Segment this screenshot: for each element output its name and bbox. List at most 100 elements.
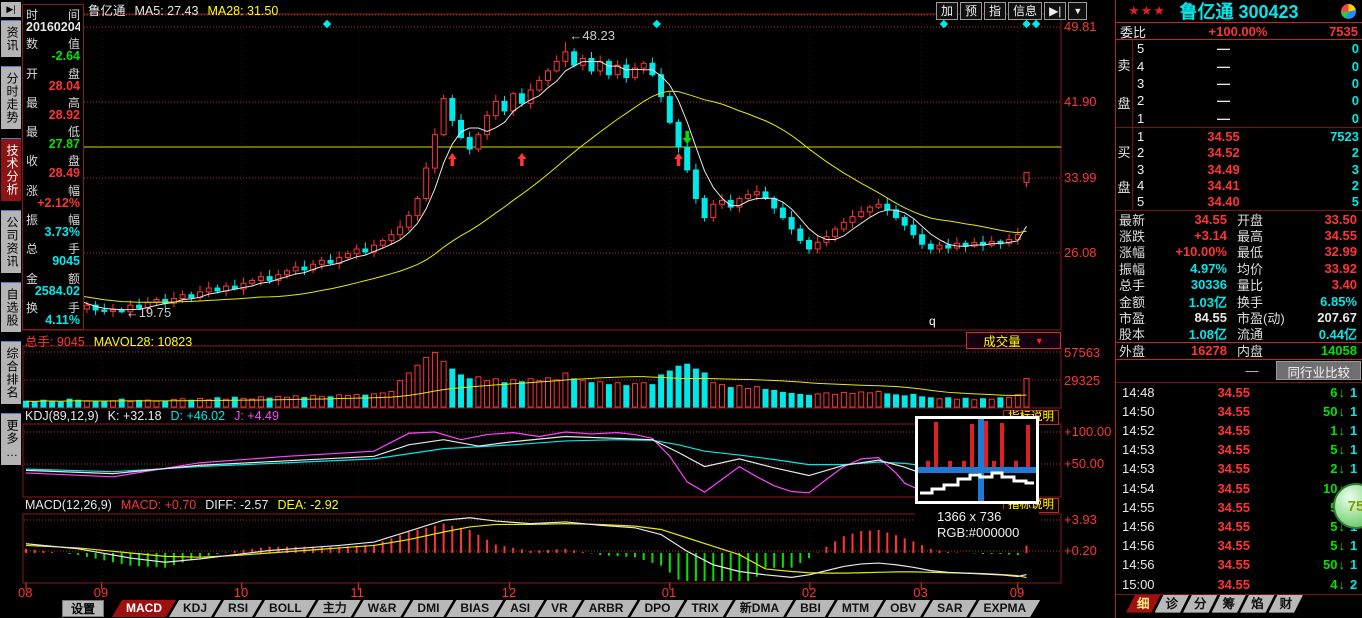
svg-text:33.99: 33.99: [1064, 170, 1097, 185]
svg-text:26.08: 26.08: [1064, 245, 1097, 260]
chevron-down-icon: ▼: [1035, 336, 1044, 346]
header-part: MA5: 27.43: [135, 4, 199, 18]
info-row: 总手9045: [26, 240, 80, 269]
indicator-tab-TRIX[interactable]: TRIX: [677, 600, 732, 617]
industry-compare-button[interactable]: 同行业比较: [1276, 361, 1361, 380]
toolbar-dropdown-icon[interactable]: ▼: [1068, 2, 1087, 20]
tick-row: 14:5634.555↓1: [1116, 517, 1362, 536]
stat-row: 市盈84.55市盈(动)207.67: [1116, 309, 1362, 325]
indicator-tab-BIAS[interactable]: BIAS: [446, 600, 503, 617]
header-part: MA28: 31.50: [207, 4, 278, 18]
x-axis-label: 09: [94, 585, 108, 600]
header-part: J: +4.49: [234, 409, 279, 423]
indicator-tab-BBI[interactable]: BBI: [786, 600, 835, 617]
pie-chart-icon[interactable]: [1341, 4, 1356, 19]
x-axis-label: 03: [913, 585, 927, 600]
quote-tab-诊[interactable]: 诊: [1155, 595, 1190, 613]
macd-header: MACD(12,26,9)MACD: +0.70DIFF: -2.57DEA: …: [25, 498, 348, 512]
header-part: MAVOL28: 10823: [94, 335, 192, 349]
indicator-tab-SAR[interactable]: SAR: [923, 600, 976, 617]
left-nav-t-综合排名[interactable]: 综合排名: [1, 341, 21, 404]
stock-name: 鲁亿通: [1179, 2, 1233, 22]
info-row: 换手4.11%: [26, 299, 80, 328]
tick-list[interactable]: 14:4834.556↓114:5034.5550↓114:5234.551↓1…: [1116, 382, 1362, 594]
svg-text:57563: 57563: [1064, 345, 1100, 360]
left-nav: ▶| 资讯分时走势技术分析公司资讯自选股综合排名更多…: [0, 0, 22, 618]
left-nav-t-自选股[interactable]: 自选股: [1, 282, 21, 332]
left-nav-t-更多…[interactable]: 更多…: [1, 413, 21, 465]
indicator-tab-RSI[interactable]: RSI: [214, 600, 262, 617]
toolbar-button-指[interactable]: 指: [984, 2, 1006, 20]
left-nav-t-分时走势[interactable]: 分时走势: [1, 66, 21, 129]
quote-tab-财[interactable]: 财: [1269, 595, 1304, 613]
indicator-tab-W&R[interactable]: W&R: [354, 600, 411, 617]
svg-text:+3.93: +3.93: [1064, 512, 1097, 527]
queue-row[interactable]: 534.405: [1133, 194, 1362, 210]
info-row: 时间20160204: [26, 6, 80, 35]
indicator-tab-ASI[interactable]: ASI: [496, 600, 544, 617]
queue-row[interactable]: 1—0: [1133, 110, 1362, 127]
indicator-tab-VR[interactable]: VR: [537, 600, 582, 617]
kdj-header: KDJ(89,12,9)K: +32.18D: +46.02J: +4.49: [25, 409, 288, 423]
indicator-tab-主力[interactable]: 主力: [309, 600, 361, 617]
queue-row[interactable]: 434.412: [1133, 177, 1362, 193]
indicator-tab-MTM[interactable]: MTM: [828, 600, 883, 617]
svg-text:49.81: 49.81: [1064, 19, 1097, 34]
weibi-row: 委比 +100.00% 7535: [1116, 22, 1362, 40]
stat-row: 涨跌+3.14最高34.55: [1116, 227, 1362, 243]
tick-row: 14:5534.555↓: [1116, 498, 1362, 517]
tick-row: 14:4834.556↓1: [1116, 383, 1362, 402]
queue-row[interactable]: 334.493: [1133, 161, 1362, 177]
sell-queue: 卖盘 5—04—03—02—01—0: [1116, 40, 1362, 127]
toolbar-button-加[interactable]: 加: [936, 2, 958, 20]
indicator-tab-DMI[interactable]: DMI: [403, 600, 453, 617]
settings-tab[interactable]: 设置: [62, 600, 104, 617]
stat-row: 振幅4.97%均价33.92: [1116, 260, 1362, 276]
info-row: 数值-2.64: [26, 35, 80, 64]
toolbar-button-信息[interactable]: 信息: [1008, 2, 1042, 20]
x-axis-label: 10: [234, 585, 248, 600]
quote-tab-焰[interactable]: 焰: [1240, 595, 1275, 613]
indicator-tab-新DMA[interactable]: 新DMA: [726, 600, 793, 617]
left-nav-t-技术分析[interactable]: 技术分析: [1, 138, 21, 201]
magnifier-rgb-text: RGB:#000000: [915, 525, 1039, 541]
left-nav-t-公司资讯[interactable]: 公司资讯: [1, 210, 21, 273]
info-row: 开盘28.04: [26, 65, 80, 94]
queue-row[interactable]: 4—0: [1133, 57, 1362, 74]
volume-indicator-dropdown[interactable]: 成交量 ▼: [966, 332, 1061, 349]
jump-to-latest-icon[interactable]: ▶|: [1044, 2, 1066, 20]
indicator-tab-OBV[interactable]: OBV: [876, 600, 930, 617]
indicator-tab-DPO[interactable]: DPO: [630, 600, 684, 617]
indicator-tab-bar: 设置 MACDKDJRSIBOLL主力W&RDMIBIASASIVRARBRDPO…: [62, 600, 1033, 617]
queue-row[interactable]: 2—0: [1133, 92, 1362, 109]
left-nav-t-资讯[interactable]: 资讯: [1, 20, 21, 57]
volume-header: 总手: 9045MAVOL28: 10823: [25, 331, 201, 345]
indicator-tab-MACD[interactable]: MACD: [112, 600, 176, 617]
quote-tab-筹[interactable]: 筹: [1212, 595, 1247, 613]
tick-row: 14:5034.5550↓1: [1116, 402, 1362, 421]
magnifier-preview: [915, 416, 1039, 504]
queue-row[interactable]: 134.557523: [1133, 128, 1362, 144]
header-part: DEA: -2.92: [277, 498, 338, 512]
queue-row[interactable]: 234.522: [1133, 144, 1362, 160]
indicator-tab-EXPMA[interactable]: EXPMA: [970, 600, 1041, 617]
quote-tab-分[interactable]: 分: [1183, 595, 1218, 613]
stat-row: 涨幅+10.00%最低32.99: [1116, 244, 1362, 260]
indicator-tab-BOLL[interactable]: BOLL: [255, 600, 316, 617]
tick-row: 14:5634.555↓1: [1116, 536, 1362, 555]
indicator-tab-ARBR[interactable]: ARBR: [575, 600, 638, 617]
buy-queue-label: 买盘: [1116, 128, 1133, 210]
stat-row: 金额1.03亿换手6.85%: [1116, 293, 1362, 309]
svg-text:q: q: [929, 314, 936, 328]
magnifier-tooltip: 1366 x 736 RGB:#000000: [915, 416, 1039, 541]
queue-row[interactable]: 5—0: [1133, 40, 1362, 57]
indicator-tab-KDJ[interactable]: KDJ: [169, 600, 221, 617]
tick-row: 14:5334.555↓1: [1116, 440, 1362, 459]
toolbar-button-预[interactable]: 预: [960, 2, 982, 20]
collapse-panel-icon[interactable]: ▶|: [1, 2, 21, 17]
queue-row[interactable]: 3—0: [1133, 75, 1362, 92]
quote-tab-细[interactable]: 细: [1126, 595, 1161, 613]
header-part: MACD(12,26,9): [25, 498, 112, 512]
header-part: 鲁亿通: [88, 4, 126, 18]
collapse-dash[interactable]: —: [1245, 363, 1258, 378]
